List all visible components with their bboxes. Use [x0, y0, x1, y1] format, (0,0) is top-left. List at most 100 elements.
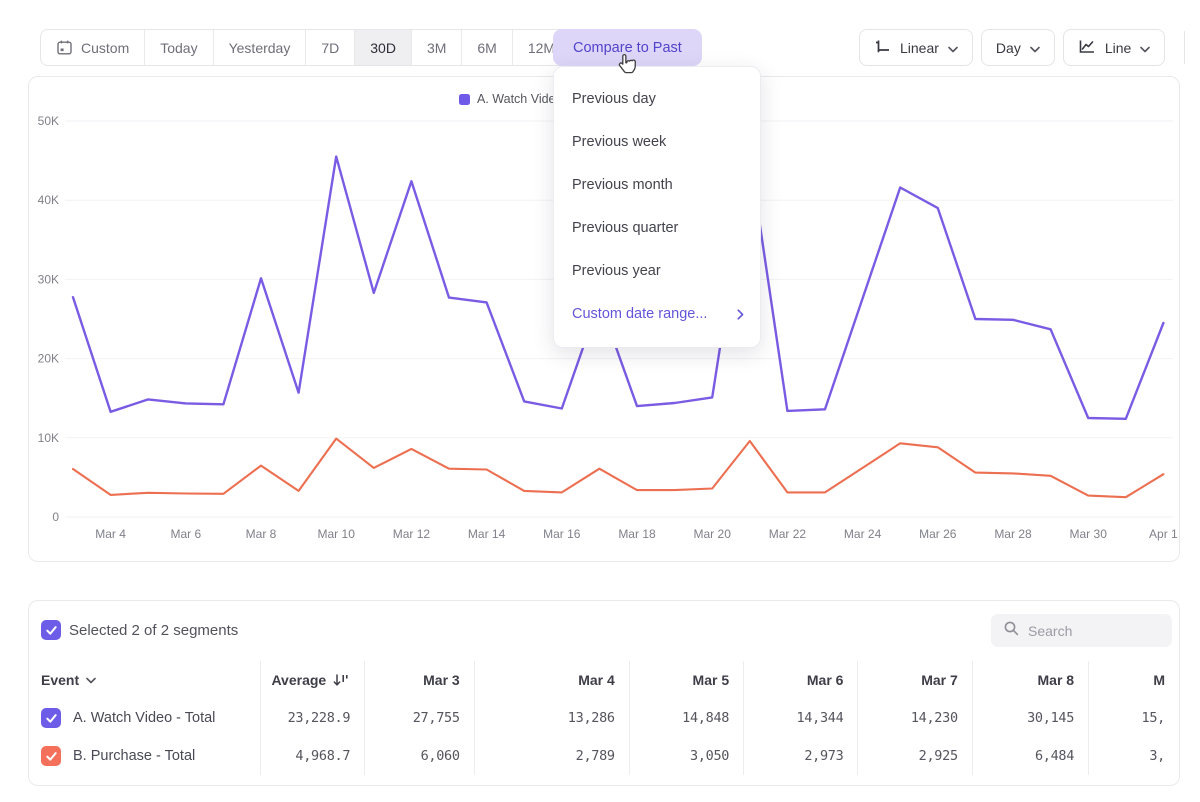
range-button-label: 6M — [477, 40, 496, 56]
table-row: A. Watch Video - Total23,228.927,75513,2… — [29, 699, 1179, 737]
range-button-label: Yesterday — [229, 40, 291, 56]
range-button-label: 3M — [427, 40, 446, 56]
legend-swatch — [459, 94, 470, 105]
x-axis-tick: Apr 1 — [1149, 527, 1178, 541]
menu-item-previous-quarter[interactable]: Previous quarter — [554, 207, 760, 250]
column-header-label: Event — [41, 672, 79, 688]
menu-item-previous-day[interactable]: Previous day — [554, 78, 760, 121]
range-button-3m[interactable]: 3M — [411, 30, 461, 65]
compare-to-past-menu: Previous dayPrevious weekPrevious monthP… — [553, 66, 761, 348]
chevron-down-icon — [1030, 40, 1040, 56]
menu-item-custom-date-range[interactable]: Custom date range... — [554, 293, 760, 336]
table-row: B. Purchase - Total4,968.76,0602,7893,05… — [29, 737, 1179, 775]
y-axis-tick: 10K — [38, 431, 59, 445]
range-button-custom[interactable]: Custom — [41, 30, 144, 65]
search-input[interactable] — [1028, 623, 1158, 639]
x-axis-tick: Mar 14 — [468, 527, 506, 541]
range-button-6m[interactable]: 6M — [461, 30, 511, 65]
value-cell: 27,755 — [365, 699, 475, 737]
value-cell: 3,050 — [629, 737, 743, 775]
range-button-label: 30D — [370, 40, 396, 56]
x-axis-tick: Mar 22 — [769, 527, 807, 541]
range-button-30d[interactable]: 30D — [354, 30, 411, 65]
interval-label: Day — [996, 40, 1021, 56]
column-header-mar-6: Mar 6 — [744, 661, 858, 699]
range-button-label: 7D — [321, 40, 339, 56]
value-cell: 3, — [1089, 737, 1179, 775]
axis-icon — [874, 38, 891, 57]
x-axis-tick: Mar 8 — [246, 527, 277, 541]
search-icon — [1003, 620, 1020, 642]
column-header-average[interactable]: Average — [260, 661, 365, 699]
segment-label: A. Watch Video - Total — [73, 710, 215, 726]
value-cell: 2,973 — [744, 737, 858, 775]
scale-dropdown-button[interactable]: Linear — [859, 29, 973, 66]
x-axis-tick: Mar 20 — [694, 527, 732, 541]
x-axis-tick: Mar 4 — [95, 527, 126, 541]
chart-type-label: Line — [1105, 40, 1131, 56]
segment-checkbox[interactable] — [41, 746, 61, 766]
line-chart-icon — [1078, 39, 1096, 57]
calendar-icon — [56, 39, 73, 56]
value-cell: 14,230 — [858, 699, 972, 737]
x-axis-tick: Mar 10 — [318, 527, 356, 541]
column-header-mar-5: Mar 5 — [629, 661, 743, 699]
x-axis-tick: Mar 12 — [393, 527, 431, 541]
column-header-event[interactable]: Event — [29, 661, 260, 699]
chart-controls: Linear Day Line — [859, 29, 1165, 66]
segment-checkbox[interactable] — [41, 708, 61, 728]
column-header-label: Average — [271, 672, 326, 688]
selected-segments-label: Selected 2 of 2 segments — [69, 622, 238, 639]
value-cell: 30,145 — [972, 699, 1088, 737]
column-header-mar-7: Mar 7 — [858, 661, 972, 699]
x-axis-tick: Mar 30 — [1070, 527, 1108, 541]
chevron-down-icon — [948, 40, 958, 56]
y-axis-tick: 0 — [52, 510, 59, 524]
menu-item-previous-month[interactable]: Previous month — [554, 164, 760, 207]
mouse-cursor-pointer — [615, 52, 639, 82]
value-cell: 23,228.9 — [260, 699, 365, 737]
chevron-down-icon — [86, 677, 96, 684]
x-axis-tick: Mar 6 — [170, 527, 201, 541]
search-box[interactable] — [991, 614, 1172, 647]
x-axis-tick: Mar 18 — [618, 527, 656, 541]
range-button-label: Today — [160, 40, 197, 56]
range-button-yesterday[interactable]: Yesterday — [213, 30, 306, 65]
value-cell: 6,484 — [972, 737, 1088, 775]
clipped-control-edge — [1184, 31, 1185, 64]
column-header-mar-8: Mar 8 — [972, 661, 1088, 699]
segments-table: EventAverageMar 3Mar 4Mar 5Mar 6Mar 7Mar… — [29, 661, 1179, 775]
scale-label: Linear — [900, 40, 939, 56]
value-cell: 14,344 — [744, 699, 858, 737]
value-cell: 15, — [1089, 699, 1179, 737]
value-cell: 2,789 — [474, 737, 629, 775]
value-cell: 4,968.7 — [260, 737, 365, 775]
chevron-right-icon — [737, 309, 744, 320]
chart-legend: A. Watch Video — [459, 92, 562, 106]
x-axis-tick: Mar 16 — [543, 527, 581, 541]
value-cell: 2,925 — [858, 737, 972, 775]
value-cell: 14,848 — [629, 699, 743, 737]
column-header-m: M — [1089, 661, 1179, 699]
legend-label: A. Watch Video — [477, 92, 562, 106]
series-line-b-purchase[interactable] — [73, 439, 1163, 498]
range-button-7d[interactable]: 7D — [305, 30, 354, 65]
segments-panel: Selected 2 of 2 segments Event Average Mar… — [28, 600, 1180, 786]
interval-dropdown-button[interactable]: Day — [981, 29, 1055, 66]
menu-item-previous-year[interactable]: Previous year — [554, 250, 760, 293]
date-range-segmented-control: CustomTodayYesterday7D30D3M6M12M — [40, 29, 571, 66]
select-all-checkbox[interactable] — [41, 620, 61, 640]
sort-descending-icon — [333, 673, 350, 687]
y-axis-tick: 50K — [38, 114, 59, 128]
menu-item-previous-week[interactable]: Previous week — [554, 121, 760, 164]
legend-item[interactable]: A. Watch Video — [459, 92, 562, 106]
x-axis-tick: Mar 26 — [919, 527, 957, 541]
range-button-today[interactable]: Today — [144, 30, 212, 65]
y-axis-tick: 40K — [38, 193, 59, 207]
column-header-mar-4: Mar 4 — [474, 661, 629, 699]
x-axis-tick: Mar 24 — [844, 527, 882, 541]
chart-type-dropdown-button[interactable]: Line — [1063, 29, 1165, 66]
value-cell: 6,060 — [365, 737, 475, 775]
x-axis-tick: Mar 28 — [994, 527, 1032, 541]
chevron-down-icon — [1140, 40, 1150, 56]
